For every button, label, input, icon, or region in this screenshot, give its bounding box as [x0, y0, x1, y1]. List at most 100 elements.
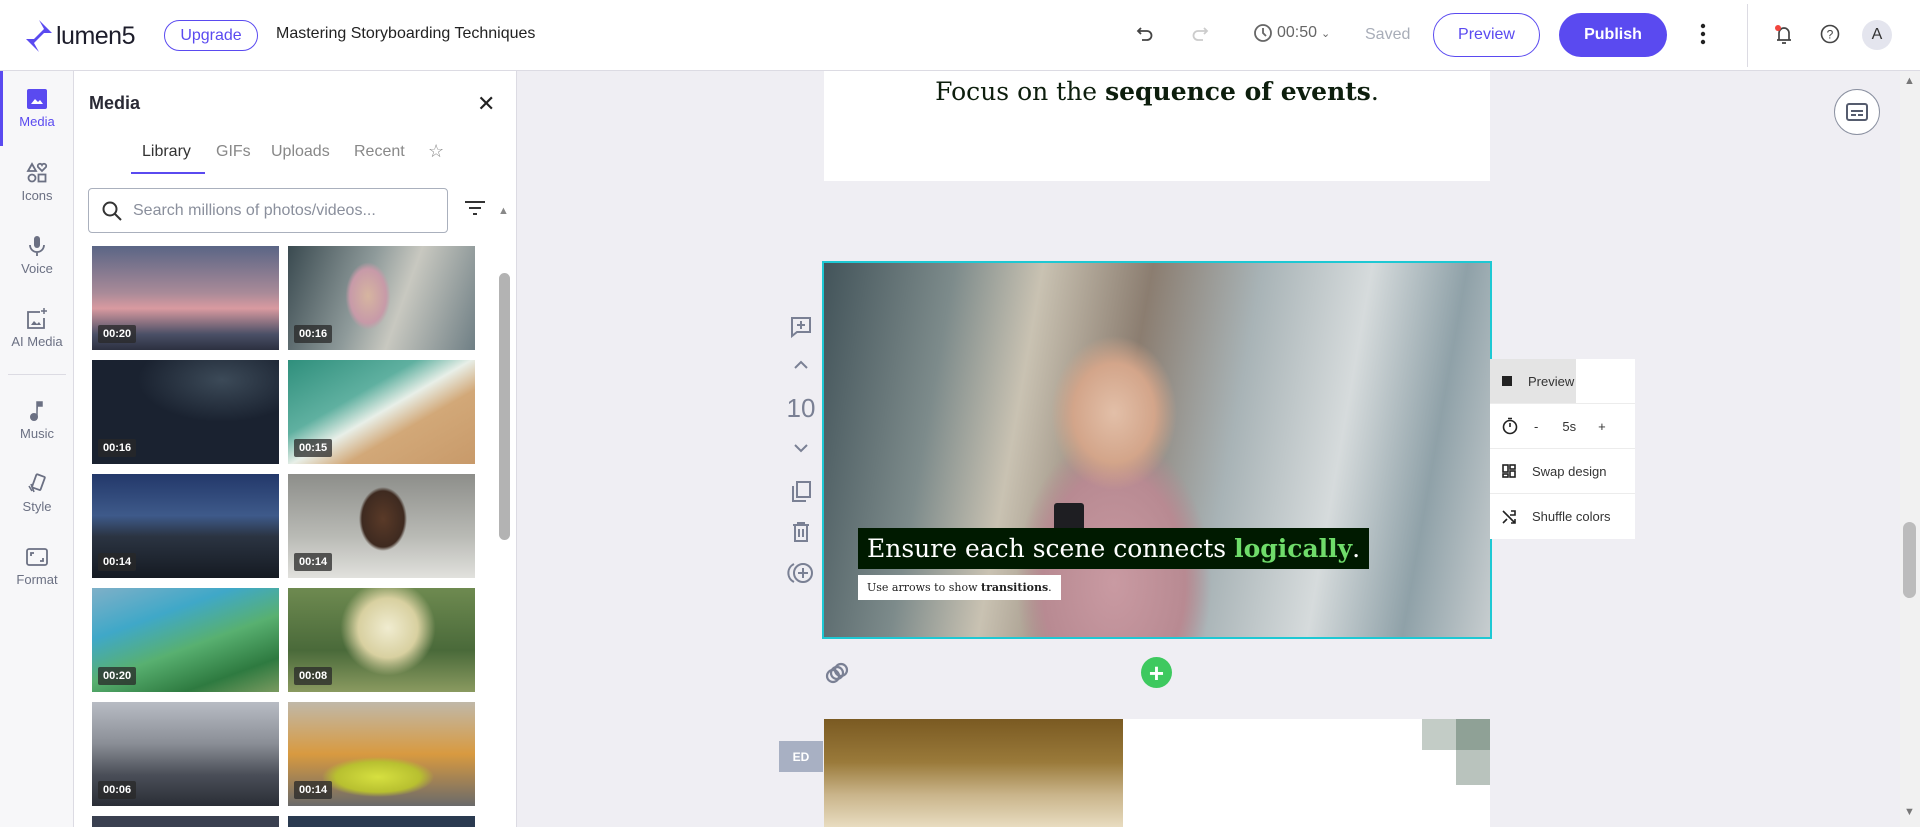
rail-label: Music	[20, 426, 54, 441]
lumen5-logo[interactable]: lumen5	[26, 20, 136, 52]
thumbnail-duration: 00:16	[98, 439, 137, 457]
microphone-icon	[29, 236, 45, 256]
search-input[interactable]	[133, 201, 433, 220]
shuffle-colors-item[interactable]: Shuffle colors	[1490, 494, 1635, 539]
media-thumbnail[interactable]: 00:16	[92, 360, 279, 464]
duration-value: 5s	[1562, 418, 1577, 434]
rail-label: Media	[19, 114, 55, 129]
media-thumbnail[interactable]: 00:20	[92, 588, 279, 692]
scene-preview-item[interactable]: Preview	[1490, 359, 1635, 404]
media-thumbnail[interactable]: 00:16	[288, 246, 475, 350]
canvas-scrollbar[interactable]: ▲ ▼	[1900, 71, 1920, 827]
undo-icon[interactable]	[1135, 24, 1155, 44]
rail-item-media[interactable]: Media	[0, 87, 74, 129]
rail-label: Format	[16, 572, 58, 587]
more-options-icon[interactable]	[1700, 23, 1706, 45]
rail-item-voice[interactable]: Voice	[0, 234, 74, 276]
rail-item-format[interactable]: Format	[0, 545, 74, 587]
decor-square	[1422, 719, 1456, 750]
top-bar: lumen5 Upgrade Mastering Storyboarding T…	[0, 0, 1920, 71]
publish-button[interactable]: Publish	[1559, 13, 1667, 57]
music-note-icon	[30, 401, 43, 421]
stop-icon	[1502, 376, 1512, 386]
tab-gifs[interactable]: GIFs	[216, 143, 251, 161]
media-thumbnail[interactable]: 00:14	[288, 474, 475, 578]
tab-library[interactable]: Library	[142, 143, 191, 161]
caption-plain: Ensure each scene connects	[867, 534, 1235, 563]
filter-icon[interactable]	[464, 199, 486, 222]
thumbnail-duration: 00:14	[294, 553, 333, 571]
scene-previous-text: Focus on the sequence of events.	[824, 77, 1490, 106]
rail-item-ai-media[interactable]: AI Media	[0, 307, 74, 349]
left-tool-rail: Media Icons Voice AI Media Music Style F…	[0, 71, 74, 827]
style-icon	[28, 473, 46, 493]
ai-image-icon	[27, 308, 47, 329]
add-scene-button[interactable]: +	[1141, 657, 1172, 688]
format-icon	[26, 548, 48, 566]
panel-scrollbar-thumb[interactable]	[499, 273, 510, 540]
add-comment-icon[interactable]	[786, 315, 816, 339]
increase-duration-button[interactable]: +	[1598, 419, 1606, 434]
redo-icon[interactable]	[1190, 24, 1210, 44]
media-thumbnail[interactable]	[92, 816, 279, 827]
swap-design-item[interactable]: Swap design	[1490, 449, 1635, 494]
add-scene-variant-icon[interactable]	[786, 561, 816, 585]
scene-author-badge: ED	[779, 741, 823, 772]
thumbnail-duration: 00:06	[98, 781, 137, 799]
media-thumbnail[interactable]: 00:20	[92, 246, 279, 350]
scene-caption[interactable]: Ensure each scene connects logically.	[858, 528, 1370, 569]
media-panel: Media ✕ Library GIFs Uploads Recent ☆ 00…	[74, 71, 517, 827]
scene-subcaption[interactable]: Use arrows to show transitions.	[858, 575, 1061, 600]
scene-next[interactable]	[824, 719, 1490, 827]
rail-label: Voice	[21, 261, 53, 276]
thumbnail-duration: 00:14	[294, 781, 333, 799]
tab-uploads[interactable]: Uploads	[271, 143, 330, 161]
save-status: Saved	[1365, 26, 1411, 43]
thumbnail-duration: 00:20	[98, 667, 137, 685]
duration-dropdown[interactable]: 00:50 ⌄	[1253, 23, 1330, 43]
rail-item-icons[interactable]: Icons	[0, 161, 74, 203]
close-panel-icon[interactable]: ✕	[477, 91, 495, 117]
decrease-duration-button[interactable]: -	[1534, 419, 1538, 434]
media-search-field[interactable]	[88, 188, 448, 233]
thumbnail-duration: 00:08	[294, 667, 333, 685]
menu-label: Shuffle colors	[1532, 509, 1611, 524]
media-thumbnail[interactable]: 00:06	[92, 702, 279, 806]
thumbnail-duration: 00:15	[294, 439, 333, 457]
notifications-bell-icon[interactable]	[1774, 24, 1794, 46]
rail-label: AI Media	[11, 334, 63, 349]
help-icon[interactable]: ?	[1820, 24, 1840, 44]
media-thumbnail[interactable]	[288, 816, 475, 827]
transition-link-icon[interactable]	[824, 660, 850, 691]
media-thumbnail[interactable]: 00:14	[92, 474, 279, 578]
upgrade-button[interactable]: Upgrade	[164, 20, 258, 51]
search-icon	[102, 201, 122, 221]
panel-scroll-up-icon[interactable]: ▲	[498, 205, 509, 217]
media-thumbnail[interactable]: 00:15	[288, 360, 475, 464]
rail-item-style[interactable]: Style	[0, 472, 74, 514]
user-avatar[interactable]: A	[1862, 20, 1892, 50]
subtitles-button[interactable]	[1834, 89, 1880, 135]
canvas-scrollbar-thumb[interactable]	[1903, 522, 1916, 598]
text-bold: sequence of events	[1105, 77, 1371, 106]
scroll-up-icon[interactable]: ▲	[1904, 75, 1915, 87]
scene-previous[interactable]: Focus on the sequence of events.	[824, 71, 1490, 181]
delete-scene-icon[interactable]	[786, 521, 816, 543]
subtitles-icon	[1846, 103, 1868, 121]
swap-design-icon	[1502, 464, 1516, 478]
rail-item-music[interactable]: Music	[0, 399, 74, 441]
decor-square	[1456, 750, 1490, 785]
scene-current[interactable]: Ensure each scene connects logically. Us…	[822, 261, 1492, 639]
preview-button[interactable]: Preview	[1433, 13, 1540, 57]
text-end: .	[1370, 77, 1379, 106]
duplicate-scene-icon[interactable]	[786, 480, 816, 504]
media-thumbnail[interactable]: 00:08	[288, 588, 475, 692]
scene-context-menu: Preview - 5s + Swap design Shuffle color…	[1490, 359, 1635, 539]
move-scene-up-icon[interactable]	[786, 360, 816, 370]
tab-favorites-star-icon[interactable]: ☆	[428, 141, 444, 162]
tab-recent[interactable]: Recent	[354, 143, 405, 161]
media-thumbnail[interactable]: 00:14	[288, 702, 475, 806]
project-title[interactable]: Mastering Storyboarding Techniques	[276, 25, 535, 43]
scroll-down-icon[interactable]: ▼	[1904, 806, 1915, 818]
move-scene-down-icon[interactable]	[786, 443, 816, 453]
